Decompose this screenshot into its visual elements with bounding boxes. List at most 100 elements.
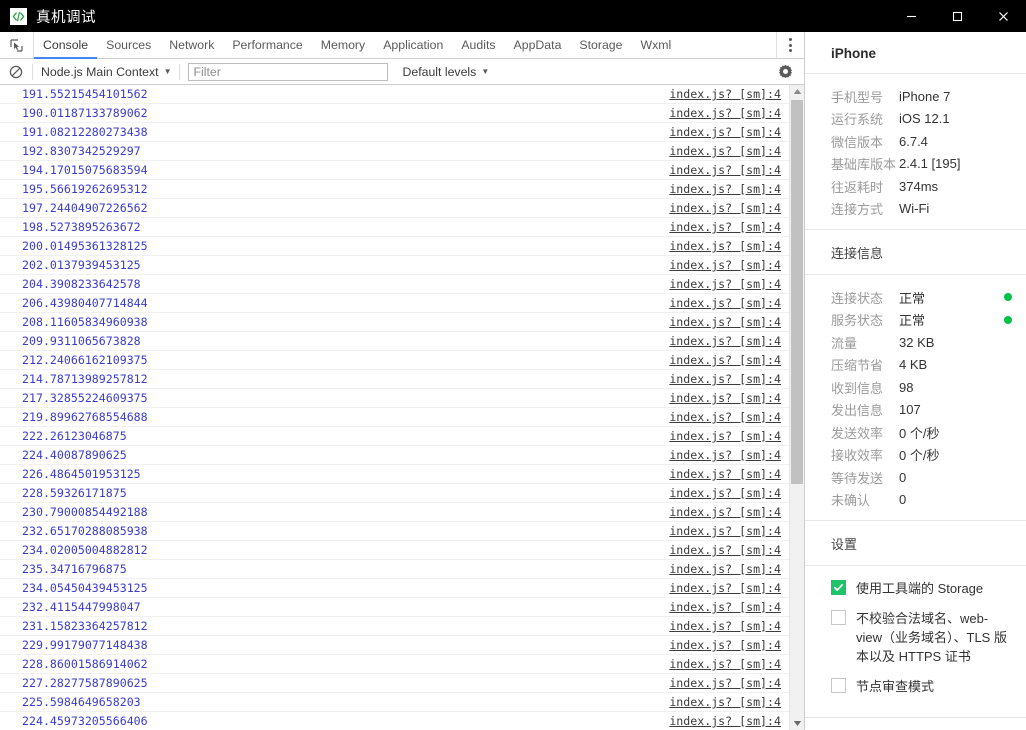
log-source-link[interactable]: index.js? [sm]:4: [669, 638, 781, 652]
scrollbar-track[interactable]: [790, 98, 804, 717]
log-source-link[interactable]: index.js? [sm]:4: [669, 486, 781, 500]
tab-application[interactable]: Application: [374, 32, 452, 59]
console-log-row[interactable]: 191.08212280273438index.js? [sm]:4: [0, 123, 789, 142]
console-log-row[interactable]: 204.3908233642578index.js? [sm]:4: [0, 275, 789, 294]
tab-appdata[interactable]: AppData: [505, 32, 571, 59]
console-log-row[interactable]: 224.40087890625index.js? [sm]:4: [0, 446, 789, 465]
console-log-row[interactable]: 192.8307342529297index.js? [sm]:4: [0, 142, 789, 161]
tab-performance[interactable]: Performance: [223, 32, 311, 59]
checkbox-checked-icon[interactable]: [831, 580, 846, 595]
log-source-link[interactable]: index.js? [sm]:4: [669, 391, 781, 405]
console-log-row[interactable]: 195.56619262695312index.js? [sm]:4: [0, 180, 789, 199]
log-source-link[interactable]: index.js? [sm]:4: [669, 239, 781, 253]
log-source-link[interactable]: index.js? [sm]:4: [669, 144, 781, 158]
log-source-link[interactable]: index.js? [sm]:4: [669, 182, 781, 196]
minimize-button[interactable]: [888, 0, 934, 32]
log-source-link[interactable]: index.js? [sm]:4: [669, 619, 781, 633]
log-source-link[interactable]: index.js? [sm]:4: [669, 163, 781, 177]
log-source-link[interactable]: index.js? [sm]:4: [669, 258, 781, 272]
console-log-row[interactable]: 197.24404907226562index.js? [sm]:4: [0, 199, 789, 218]
console-scrollbar[interactable]: [789, 85, 804, 730]
console-log-row[interactable]: 212.24066162109375index.js? [sm]:4: [0, 351, 789, 370]
log-source-link[interactable]: index.js? [sm]:4: [669, 676, 781, 690]
console-log-row[interactable]: 234.05450439453125index.js? [sm]:4: [0, 579, 789, 598]
setting-row[interactable]: 不校验合法域名、web-view（业务域名）、TLS 版本以及 HTTPS 证书: [831, 609, 1012, 666]
log-source-link[interactable]: index.js? [sm]:4: [669, 695, 781, 709]
console-log-row[interactable]: 200.01495361328125index.js? [sm]:4: [0, 237, 789, 256]
log-level-selector[interactable]: Default levels ▼: [394, 65, 497, 79]
log-source-link[interactable]: index.js? [sm]:4: [669, 125, 781, 139]
console-log-row[interactable]: 217.32855224609375index.js? [sm]:4: [0, 389, 789, 408]
checkbox-unchecked-icon[interactable]: [831, 610, 846, 625]
log-source-link[interactable]: index.js? [sm]:4: [669, 562, 781, 576]
gear-icon[interactable]: [772, 64, 798, 79]
tab-console[interactable]: Console: [34, 32, 97, 59]
log-source-link[interactable]: index.js? [sm]:4: [669, 296, 781, 310]
console-log-row[interactable]: 232.4115447998047index.js? [sm]:4: [0, 598, 789, 617]
maximize-button[interactable]: [934, 0, 980, 32]
scrollbar-thumb[interactable]: [791, 100, 803, 484]
console-log-row[interactable]: 198.5273895263672index.js? [sm]:4: [0, 218, 789, 237]
console-log-row[interactable]: 232.65170288085938index.js? [sm]:4: [0, 522, 789, 541]
log-source-link[interactable]: index.js? [sm]:4: [669, 505, 781, 519]
filter-input[interactable]: [188, 63, 388, 81]
log-source-link[interactable]: index.js? [sm]:4: [669, 220, 781, 234]
log-source-link[interactable]: index.js? [sm]:4: [669, 334, 781, 348]
log-source-link[interactable]: index.js? [sm]:4: [669, 657, 781, 671]
console-log-row[interactable]: 231.15823364257812index.js? [sm]:4: [0, 617, 789, 636]
log-source-link[interactable]: index.js? [sm]:4: [669, 467, 781, 481]
log-source-link[interactable]: index.js? [sm]:4: [669, 600, 781, 614]
console-log-row[interactable]: 229.99179077148438index.js? [sm]:4: [0, 636, 789, 655]
console-log-row[interactable]: 214.78713989257812index.js? [sm]:4: [0, 370, 789, 389]
log-source-link[interactable]: index.js? [sm]:4: [669, 87, 781, 101]
console-log-row[interactable]: 234.02005004882812index.js? [sm]:4: [0, 541, 789, 560]
console-log-row[interactable]: 230.79000854492188index.js? [sm]:4: [0, 503, 789, 522]
console-log-row[interactable]: 224.45973205566406index.js? [sm]:4: [0, 712, 789, 730]
inspect-element-icon[interactable]: [0, 32, 34, 58]
kebab-menu-icon[interactable]: [776, 32, 804, 58]
setting-row[interactable]: 节点审查模式: [831, 677, 1012, 696]
log-source-link[interactable]: index.js? [sm]:4: [669, 524, 781, 538]
tab-wxml[interactable]: Wxml: [631, 32, 680, 59]
log-source-link[interactable]: index.js? [sm]:4: [669, 410, 781, 424]
close-button[interactable]: [980, 0, 1026, 32]
console-log-row[interactable]: 191.55215454101562index.js? [sm]:4: [0, 85, 789, 104]
console-log-row[interactable]: 225.5984649658203index.js? [sm]:4: [0, 693, 789, 712]
console-log-row[interactable]: 208.11605834960938index.js? [sm]:4: [0, 313, 789, 332]
log-source-link[interactable]: index.js? [sm]:4: [669, 714, 781, 728]
console-log-row[interactable]: 226.4864501953125index.js? [sm]:4: [0, 465, 789, 484]
log-source-link[interactable]: index.js? [sm]:4: [669, 315, 781, 329]
checkbox-unchecked-icon[interactable]: [831, 678, 846, 693]
tab-storage[interactable]: Storage: [570, 32, 631, 59]
log-source-link[interactable]: index.js? [sm]:4: [669, 353, 781, 367]
end-debug-button[interactable]: 结束调试: [805, 717, 1026, 730]
log-source-link[interactable]: index.js? [sm]:4: [669, 106, 781, 120]
console-log-row[interactable]: 222.26123046875index.js? [sm]:4: [0, 427, 789, 446]
tab-network[interactable]: Network: [160, 32, 223, 59]
console-log-row[interactable]: 219.89962768554688index.js? [sm]:4: [0, 408, 789, 427]
clear-console-icon[interactable]: [0, 65, 32, 79]
tab-sources[interactable]: Sources: [97, 32, 160, 59]
log-source-link[interactable]: index.js? [sm]:4: [669, 372, 781, 386]
log-source-link[interactable]: index.js? [sm]:4: [669, 201, 781, 215]
scroll-down-arrow-icon[interactable]: [790, 717, 804, 730]
setting-row[interactable]: 使用工具端的 Storage: [831, 579, 1012, 598]
console-log-row[interactable]: 235.34716796875index.js? [sm]:4: [0, 560, 789, 579]
log-source-link[interactable]: index.js? [sm]:4: [669, 448, 781, 462]
console-log-row[interactable]: 206.43980407714844index.js? [sm]:4: [0, 294, 789, 313]
scroll-up-arrow-icon[interactable]: [790, 85, 804, 98]
log-source-link[interactable]: index.js? [sm]:4: [669, 277, 781, 291]
log-source-link[interactable]: index.js? [sm]:4: [669, 581, 781, 595]
console-log-list[interactable]: 191.55215454101562index.js? [sm]:4190.01…: [0, 85, 789, 730]
tab-audits[interactable]: Audits: [452, 32, 504, 59]
console-log-row[interactable]: 228.59326171875index.js? [sm]:4: [0, 484, 789, 503]
console-log-row[interactable]: 228.86001586914062index.js? [sm]:4: [0, 655, 789, 674]
console-log-row[interactable]: 194.17015075683594index.js? [sm]:4: [0, 161, 789, 180]
console-log-row[interactable]: 190.01187133789062index.js? [sm]:4: [0, 104, 789, 123]
context-selector[interactable]: Node.js Main Context ▼: [33, 65, 179, 79]
console-log-row[interactable]: 209.9311065673828index.js? [sm]:4: [0, 332, 789, 351]
log-source-link[interactable]: index.js? [sm]:4: [669, 543, 781, 557]
log-source-link[interactable]: index.js? [sm]:4: [669, 429, 781, 443]
console-log-row[interactable]: 202.0137939453125index.js? [sm]:4: [0, 256, 789, 275]
console-log-row[interactable]: 227.28277587890625index.js? [sm]:4: [0, 674, 789, 693]
